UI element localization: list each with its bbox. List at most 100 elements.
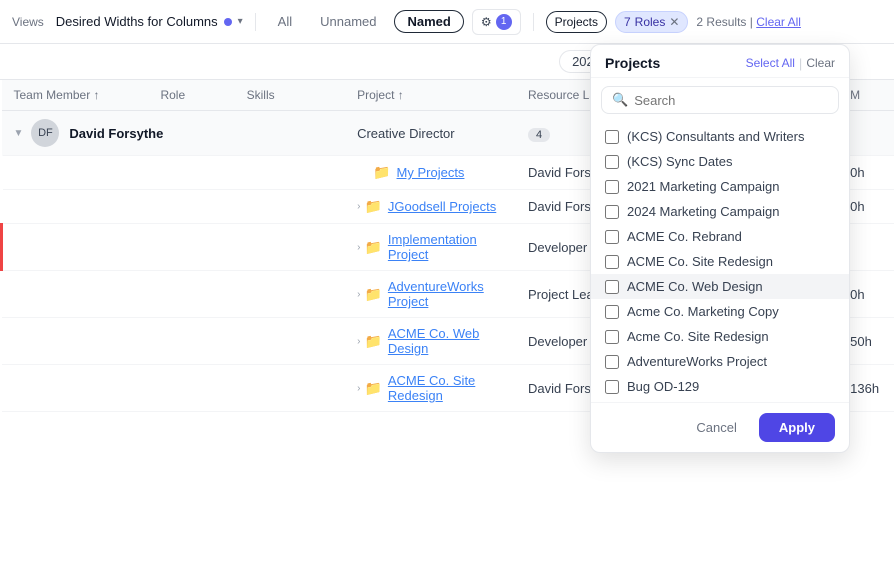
search-box: 🔍	[601, 86, 839, 114]
checkbox-list: (KCS) Consultants and Writers (KCS) Sync…	[591, 122, 849, 402]
item-label: (KCS) Consultants and Writers	[627, 129, 805, 144]
list-item[interactable]: ACME Co. Rebrand	[591, 224, 849, 249]
project-name-cell: › 📁 ACME Co. Site Redesign	[345, 365, 516, 412]
expand-icon[interactable]: ›	[357, 201, 360, 212]
checkbox-2021-marketing[interactable]	[605, 180, 619, 194]
filter-count-badge: 1	[496, 14, 512, 30]
project-name-cell: › 📁 Implementation Project	[345, 224, 516, 271]
list-item[interactable]: ACME Co. Site Redesign	[591, 249, 849, 274]
col-team-member: Team Member ↑	[2, 80, 149, 111]
checkbox-adventureworks[interactable]	[605, 355, 619, 369]
filter-icon: ⚙	[481, 15, 492, 29]
item-label: ACME Co. Web Design	[627, 279, 763, 294]
folder-icon: 📁	[364, 380, 381, 397]
list-item[interactable]: Acme Co. Site Redesign	[591, 324, 849, 349]
roles-close-icon[interactable]: ✕	[669, 15, 679, 29]
clear-link[interactable]: Clear	[806, 56, 835, 70]
col-role: Role	[148, 80, 234, 111]
checkbox-acme-web[interactable]	[605, 280, 619, 294]
item-label: Acme Co. Site Redesign	[627, 329, 769, 344]
folder-icon: 📁	[364, 239, 381, 256]
roles-label: Roles	[635, 15, 666, 29]
expand-icon[interactable]: ›	[357, 336, 360, 347]
checkbox-kcs-sync[interactable]	[605, 155, 619, 169]
list-item[interactable]: 2021 Marketing Campaign	[591, 174, 849, 199]
project-name-cell: › 📁 ACME Co. Web Design	[345, 318, 516, 365]
folder-icon: 📁	[364, 333, 381, 350]
checkbox-acme-site[interactable]	[605, 255, 619, 269]
dropdown-title: Projects	[605, 55, 660, 71]
project-link[interactable]: ACME Co. Web Design	[388, 326, 504, 356]
cancel-button[interactable]: Cancel	[684, 414, 748, 441]
project-link[interactable]: JGoodsell Projects	[388, 199, 496, 214]
projects-chip[interactable]: Projects	[546, 11, 607, 33]
project-link[interactable]: Implementation Project	[388, 232, 504, 262]
top-bar: Views Desired Widths for Columns ▾ All U…	[0, 0, 894, 44]
view-name: Desired Widths for Columns ▾	[56, 14, 243, 29]
view-dot	[224, 18, 232, 26]
col-project: Project ↑	[345, 80, 516, 111]
divider	[255, 13, 256, 31]
roles-chip[interactable]: 7 Roles ✕	[615, 11, 688, 33]
item-label: ACME Co. Site Redesign	[627, 254, 773, 269]
person-cell: ▼ DF David Forsythe	[2, 111, 346, 156]
project-link[interactable]: AdventureWorks Project	[388, 279, 504, 309]
tab-all[interactable]: All	[268, 10, 302, 33]
avatar: DF	[31, 119, 59, 147]
item-label: ACME Co. Rebrand	[627, 229, 742, 244]
chevron-down-icon[interactable]: ▾	[238, 16, 243, 27]
list-item[interactable]: 2024 Marketing Campaign	[591, 199, 849, 224]
col-skills: Skills	[235, 80, 299, 111]
person-name: David Forsythe	[69, 126, 163, 141]
item-label: Acme Co. Marketing Copy	[627, 304, 779, 319]
project-link[interactable]: ACME Co. Site Redesign	[388, 373, 504, 403]
clear-all-link[interactable]: Clear All	[756, 15, 801, 29]
projects-chip-label: Projects	[555, 15, 598, 29]
checkbox-acme-site2[interactable]	[605, 330, 619, 344]
checkbox-bug-od[interactable]	[605, 380, 619, 394]
person-role: Creative Director	[345, 111, 516, 156]
item-label: 2021 Marketing Campaign	[627, 179, 779, 194]
checkbox-acme-rebrand[interactable]	[605, 230, 619, 244]
results-count: 2 Results | Clear All	[696, 15, 801, 29]
item-label: (KCS) Sync Dates	[627, 154, 732, 169]
skills-badge: 4	[528, 128, 550, 142]
tab-named[interactable]: Named	[394, 10, 463, 33]
project-name-cell: › 📁 JGoodsell Projects	[345, 190, 516, 224]
divider2	[533, 13, 534, 31]
pipe: |	[799, 56, 802, 71]
checkbox-kcs-consultants[interactable]	[605, 130, 619, 144]
expand-icon[interactable]: ›	[357, 289, 360, 300]
project-link[interactable]: My Projects	[397, 165, 465, 180]
folder-icon: 📁	[364, 198, 381, 215]
views-label: Views	[12, 15, 44, 29]
expand-icon[interactable]: ▼	[14, 128, 24, 139]
checkbox-2024-marketing[interactable]	[605, 205, 619, 219]
project-name-cell: › 📁 AdventureWorks Project	[345, 271, 516, 318]
project-name-cell: 📁 My Projects	[345, 156, 516, 190]
list-item[interactable]: AdventureWorks Project	[591, 349, 849, 374]
item-label: 2024 Marketing Campaign	[627, 204, 779, 219]
projects-dropdown: Projects Select All | Clear 🔍 (KCS) Cons…	[590, 44, 850, 453]
expand-icon[interactable]: ›	[357, 383, 360, 394]
results-text: 2 Results	[696, 15, 746, 29]
tab-unnamed[interactable]: Unnamed	[310, 10, 386, 33]
list-item[interactable]: (KCS) Consultants and Writers	[591, 124, 849, 149]
search-input[interactable]	[634, 93, 828, 108]
col-blank	[298, 80, 345, 111]
view-name-text: Desired Widths for Columns	[56, 14, 218, 29]
list-item[interactable]: Acme Co. Marketing Copy	[591, 299, 849, 324]
list-item[interactable]: ACME Co. Web Design	[591, 274, 849, 299]
item-label: Bug OD-129	[627, 379, 699, 394]
dropdown-footer: Cancel Apply	[591, 402, 849, 452]
roles-count: 7	[624, 15, 631, 29]
select-all-link[interactable]: Select All	[746, 56, 795, 70]
checkbox-acme-marketing-copy[interactable]	[605, 305, 619, 319]
apply-button[interactable]: Apply	[759, 413, 835, 442]
search-icon: 🔍	[612, 92, 628, 108]
list-item[interactable]: Bug OD-129	[591, 374, 849, 399]
item-label: AdventureWorks Project	[627, 354, 767, 369]
list-item[interactable]: (KCS) Sync Dates	[591, 149, 849, 174]
expand-icon[interactable]: ›	[357, 242, 360, 253]
filter-button[interactable]: ⚙ 1	[472, 9, 521, 35]
